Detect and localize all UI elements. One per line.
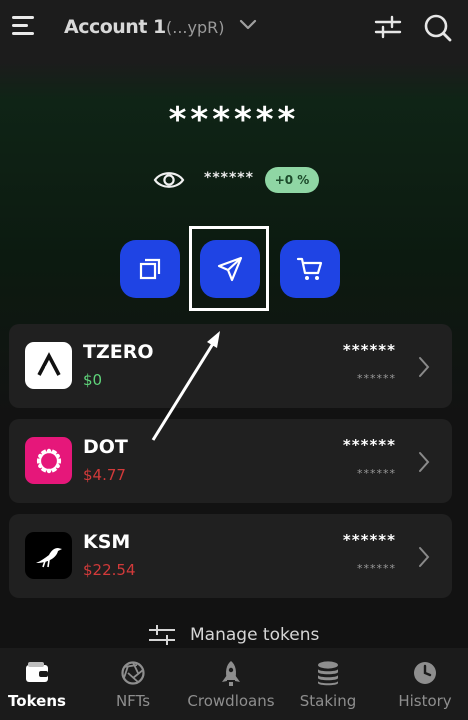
nav-label: Staking (299, 692, 357, 710)
token-row-ksm[interactable]: KSM $22.54 ****** ****** (9, 514, 452, 598)
token-symbol: KSM (83, 531, 131, 553)
token-row-tzero[interactable]: TZERO $0 ****** ****** (9, 324, 452, 408)
sub-balance: ****** (204, 170, 254, 186)
buy-button[interactable] (280, 240, 340, 298)
aperture-icon (121, 661, 145, 685)
nav-staking[interactable]: Staking (296, 648, 360, 720)
bottom-nav: Tokens NFTs Crowdloans Staking History (0, 648, 468, 720)
token-fiat-value: ****** (357, 372, 396, 385)
nav-crowdloans[interactable]: Crowdloans (186, 648, 276, 720)
token-balance: ****** (342, 341, 396, 359)
menu-icon[interactable] (12, 16, 36, 36)
chevron-down-icon[interactable] (238, 18, 258, 32)
token-symbol: TZERO (83, 341, 154, 363)
account-address[interactable]: (...ypR) (166, 18, 224, 37)
header: Account 1 (...ypR) (0, 0, 468, 58)
token-row-dot[interactable]: DOT $4.77 ****** ****** (9, 419, 452, 503)
eye-icon[interactable] (153, 168, 185, 192)
account-name[interactable]: Account 1 (64, 16, 166, 38)
chevron-right-icon (419, 452, 430, 472)
nav-nfts[interactable]: NFTs (98, 648, 168, 720)
cart-icon (296, 257, 323, 280)
token-price: $4.77 (83, 466, 126, 484)
nav-label: Crowdloans (187, 692, 275, 710)
token-price: $0 (83, 371, 103, 389)
token-balance: ****** (342, 531, 396, 549)
send-highlight-box (189, 226, 269, 311)
token-symbol: DOT (83, 436, 128, 458)
nav-tokens[interactable]: Tokens (0, 648, 74, 720)
nav-label: Tokens (8, 692, 66, 710)
copy-icon (139, 258, 161, 280)
sliders-icon (149, 625, 175, 645)
chevron-right-icon (419, 547, 430, 567)
rocket-icon (222, 661, 240, 686)
chevron-right-icon (419, 357, 430, 377)
nav-history[interactable]: History (394, 648, 456, 720)
token-fiat-value: ****** (357, 562, 396, 575)
wallet-icon (26, 662, 48, 682)
manage-tokens-button[interactable]: Manage tokens (148, 623, 319, 647)
nav-label: NFTs (115, 692, 151, 710)
search-icon[interactable] (423, 13, 453, 43)
token-price: $22.54 (83, 561, 136, 579)
nav-label: History (398, 692, 452, 710)
polkadot-logo-icon (25, 437, 72, 484)
manage-tokens-label: Manage tokens (190, 625, 320, 645)
coins-stack-icon (318, 661, 338, 686)
copy-address-button[interactable] (120, 240, 180, 298)
kusama-logo-icon (25, 532, 72, 579)
tzero-logo-icon (25, 342, 72, 389)
sliders-icon[interactable] (374, 14, 402, 40)
clock-icon (414, 662, 436, 684)
total-balance: ****** (168, 100, 300, 140)
token-fiat-value: ****** (357, 467, 396, 480)
change-badge: +0 % (265, 167, 319, 193)
token-balance: ****** (342, 436, 396, 454)
